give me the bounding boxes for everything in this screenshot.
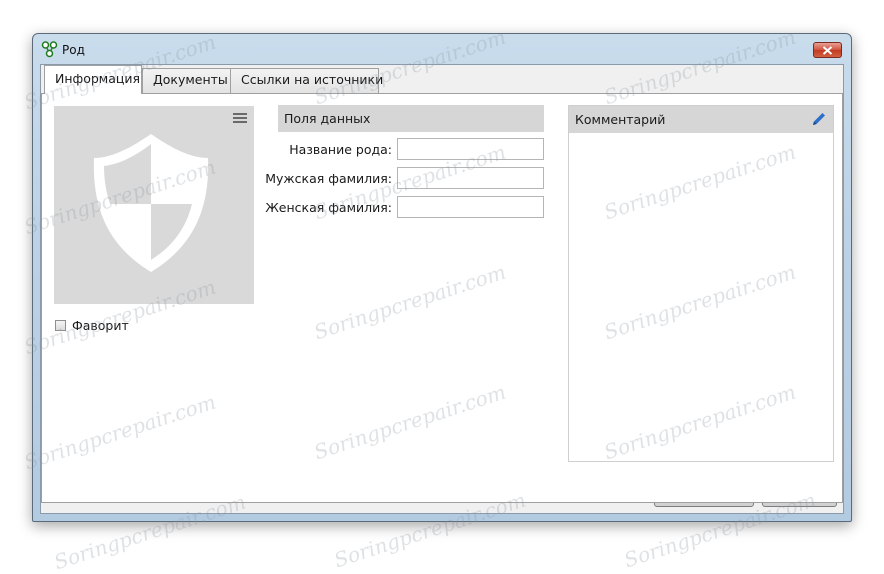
app-icon: [41, 41, 58, 58]
dialog-client-area: Информация Документы Ссылки на источники…: [40, 64, 844, 514]
edit-pencil-icon[interactable]: [811, 111, 827, 127]
close-icon: [822, 45, 833, 55]
favorite-label: Фаворит: [72, 318, 129, 333]
female-surname-label: Женская фамилия:: [265, 200, 392, 215]
family-crest-image[interactable]: [54, 106, 254, 304]
dialog-window: Род Информация Документы Ссылки на источ…: [32, 33, 852, 522]
tab-source-links[interactable]: Ссылки на источники: [230, 68, 383, 93]
family-name-input[interactable]: [397, 138, 544, 160]
favorite-checkbox-row[interactable]: Фаворит: [55, 318, 129, 333]
female-surname-input[interactable]: [397, 196, 544, 218]
male-surname-input[interactable]: [397, 167, 544, 189]
shield-icon: [93, 134, 209, 272]
family-name-label: Название рода:: [289, 142, 392, 157]
tab-information[interactable]: Информация: [44, 65, 142, 94]
comment-panel[interactable]: Комментарий: [568, 105, 834, 462]
comment-header: Комментарий: [569, 106, 833, 133]
close-button[interactable]: [813, 42, 842, 58]
male-surname-label: Мужская фамилия:: [265, 171, 392, 186]
title-bar[interactable]: Род: [33, 34, 851, 64]
data-fields-header: Поля данных: [278, 105, 544, 132]
favorite-checkbox[interactable]: [55, 320, 66, 331]
tab-bar: Информация Документы Ссылки на источники: [41, 65, 843, 94]
tab-panel-information: Фаворит Поля данных Название рода: Мужск…: [41, 93, 843, 503]
menu-icon[interactable]: [233, 113, 247, 125]
tab-documents[interactable]: Документы: [142, 68, 231, 93]
window-title: Род: [62, 43, 85, 57]
